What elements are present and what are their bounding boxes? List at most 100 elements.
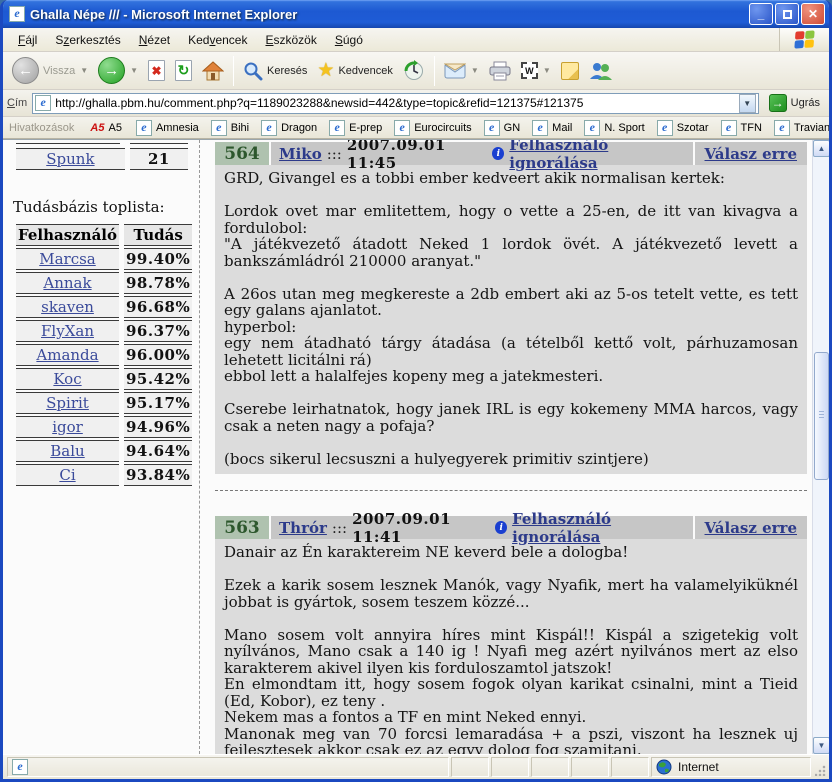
minimize-button[interactable]: _ [749, 3, 773, 25]
toplist-user-link[interactable]: Ci [59, 466, 75, 484]
links-bar-item[interactable]: Eurocircuits [388, 119, 477, 137]
internet-globe-icon [656, 759, 672, 775]
info-icon[interactable]: i [495, 521, 507, 534]
mail-dropdown-icon[interactable]: ▼ [471, 66, 479, 75]
status-pane [531, 757, 569, 777]
messenger-button[interactable] [584, 59, 618, 83]
url-text[interactable]: http://ghalla.pbm.hu/comment.php?q=11890… [55, 96, 738, 110]
spunk-link[interactable]: Spunk [46, 150, 94, 168]
discuss-button[interactable] [556, 60, 584, 82]
links-bar-item[interactable]: Bihi [205, 119, 255, 137]
back-button[interactable]: ← Vissza ▼ [7, 55, 93, 86]
stop-button[interactable]: ✖ [143, 58, 170, 83]
status-text-pane [7, 757, 449, 777]
windows-logo [779, 28, 829, 51]
back-icon: ← [12, 57, 39, 84]
toplist-user-link[interactable]: Koc [53, 370, 81, 388]
go-arrow-icon: → [769, 94, 787, 112]
forward-button[interactable]: → ▼ [93, 55, 143, 86]
links-bar-item[interactable]: E-prep [323, 119, 388, 137]
vertical-scrollbar[interactable]: ▲ ▼ [812, 140, 829, 754]
address-input[interactable]: http://ghalla.pbm.hu/comment.php?q=11890… [32, 93, 758, 114]
refresh-button[interactable]: ↻ [170, 58, 197, 83]
toplist-user-link[interactable]: Balu [50, 442, 84, 460]
ignore-user-link[interactable]: Felhasználó ignorálása [509, 140, 684, 172]
menu-bar: Fájl Szerkesztés Nézet Kedvencek Eszközö… [3, 28, 829, 52]
scroll-down-button[interactable]: ▼ [813, 737, 829, 754]
print-button[interactable] [484, 59, 516, 83]
forum-thread: 564 Miko ::: 2007.09.01 11:45 i Felhaszn… [200, 140, 812, 754]
post-header: 564 Miko ::: 2007.09.01 11:45 i Felhaszn… [215, 142, 807, 165]
ignore-user-link[interactable]: Felhasználó ignorálása [512, 510, 684, 546]
links-bar-item[interactable]: Amnesia [130, 119, 205, 137]
edit-dropdown-icon[interactable]: ▼ [543, 66, 551, 75]
back-dropdown-icon[interactable]: ▼ [80, 66, 88, 75]
reply-cell: Válasz erre [695, 142, 807, 165]
menu-item[interactable]: Fájl [9, 30, 46, 50]
links-bar-item[interactable]: Dragon [255, 119, 323, 137]
zone-label: Internet [678, 760, 719, 774]
menu-item[interactable]: Kedvencek [179, 30, 256, 50]
links-bar: Hivatkozások A5 A5 Amnesia Bihi Dragon E… [3, 117, 829, 139]
toplist-user-link[interactable]: Spirit [46, 394, 89, 412]
history-button[interactable] [398, 58, 430, 84]
close-button[interactable]: ✕ [801, 3, 825, 25]
toplist-user-link[interactable]: skaven [41, 298, 94, 316]
go-button[interactable]: → Ugrás [764, 93, 825, 113]
address-dropdown-icon[interactable]: ▼ [739, 94, 756, 113]
edit-icon [521, 62, 538, 79]
toplist-user-link[interactable]: Amanda [36, 346, 98, 364]
mail-button[interactable]: ▼ [439, 61, 484, 81]
toplist-value: 96.37% [124, 320, 192, 342]
post-author-link[interactable]: Thrór [279, 519, 327, 537]
links-bar-item[interactable]: GN [478, 119, 527, 137]
toolbar-separator [233, 56, 234, 86]
post-author-link[interactable]: Miko [279, 145, 322, 163]
links-bar-item[interactable]: Travian [768, 119, 829, 137]
ie-page-icon [211, 120, 227, 136]
reply-link[interactable]: Válasz erre [705, 519, 797, 537]
home-icon [202, 61, 224, 81]
toplist-user-link[interactable]: Annak [43, 274, 91, 292]
toplist-value: 94.96% [124, 416, 192, 438]
forward-dropdown-icon[interactable]: ▼ [130, 66, 138, 75]
page-content: Spunk 21 Tudásbázis toplista: Felhasznál… [3, 139, 829, 754]
menu-item[interactable]: Eszközök [256, 30, 325, 50]
menu-item[interactable]: Szerkesztés [46, 30, 129, 50]
links-bar-item[interactable]: N. Sport [578, 119, 650, 137]
links-bar-item-a5[interactable]: A5 A5 [84, 121, 128, 135]
toplist-row: Amanda 96.00% [16, 344, 192, 366]
resize-grip[interactable] [813, 757, 827, 777]
links-bar-label: Hivatkozások [9, 122, 74, 134]
reply-link[interactable]: Válasz erre [705, 145, 797, 163]
toplist-user-link[interactable]: igor [52, 418, 83, 436]
maximize-button[interactable] [775, 3, 799, 25]
window-title: Ghalla Népe /// - Microsoft Internet Exp… [30, 7, 747, 22]
links-bar-item[interactable]: TFN [715, 119, 768, 137]
toplist-user-link[interactable]: FlyXan [41, 322, 94, 340]
menu-item[interactable]: Nézet [130, 30, 179, 50]
edit-button[interactable]: ▼ [516, 60, 556, 81]
home-button[interactable] [197, 59, 229, 83]
scrollbar-thumb[interactable] [814, 352, 829, 480]
info-icon[interactable]: i [492, 147, 504, 160]
post-body: GRD, Givangel es a tobbi ember kedveert … [215, 165, 807, 474]
toplist-row: Spirit 95.17% [16, 392, 192, 414]
post-header-bar: Thrór ::: 2007.09.01 11:41 i Felhasználó… [271, 516, 693, 539]
favorites-button[interactable]: ★ Kedvencek [312, 57, 397, 84]
search-button[interactable]: Keresés [238, 59, 312, 83]
menu-item[interactable]: Súgó [326, 30, 372, 50]
scroll-up-button[interactable]: ▲ [813, 140, 829, 157]
ie-page-icon [532, 120, 548, 136]
post-date: 2007.09.01 11:41 [352, 510, 490, 546]
post-date: 2007.09.01 11:45 [347, 140, 488, 172]
toolbar-separator [434, 56, 435, 86]
toplist-value: 95.17% [124, 392, 192, 414]
ie-status-icon [12, 759, 28, 775]
toplist-user-link[interactable]: Marcsa [39, 250, 96, 268]
title-bar[interactable]: Ghalla Népe /// - Microsoft Internet Exp… [3, 0, 829, 28]
ie-page-icon [774, 120, 790, 136]
links-bar-item[interactable]: Szotar [651, 119, 715, 137]
links-bar-item[interactable]: Mail [526, 119, 578, 137]
toplist-row: Marcsa 99.40% [16, 248, 192, 270]
